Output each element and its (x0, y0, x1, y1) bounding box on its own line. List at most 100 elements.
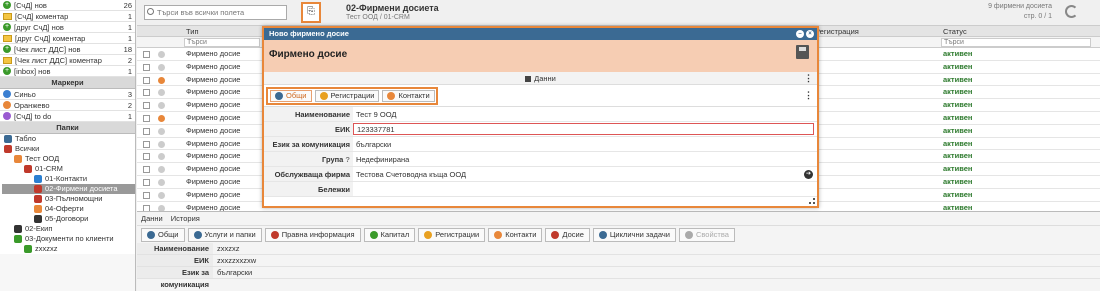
more-options-icon[interactable]: ⋮ (804, 72, 813, 85)
row-checkbox[interactable] (143, 127, 150, 135)
tab-history[interactable]: История (171, 212, 200, 225)
folder-item[interactable]: 01-Контакти (2, 174, 135, 184)
marker-dot-icon (158, 178, 165, 186)
dialog-tabs: Общи Регистрации Контакти ⋮ (264, 85, 817, 107)
folder-item[interactable]: 04-Оферти (2, 204, 135, 214)
folder-item[interactable]: Табло (2, 134, 135, 144)
row-checkbox[interactable] (143, 89, 150, 97)
row-checkbox[interactable] (143, 114, 150, 122)
detail-button[interactable]: Регистрации (418, 228, 486, 242)
detail-button-label: Услуги и папки (204, 230, 256, 239)
form-field-input[interactable]: български (353, 137, 817, 151)
marker-dot-icon (158, 63, 165, 71)
form-field-input[interactable]: Тест 9 ООД (353, 107, 817, 121)
arrow-right-icon[interactable]: ➔ (804, 170, 813, 179)
grid-icon (525, 76, 532, 82)
inbox-item[interactable]: + [друг СчД] нов 1 (0, 22, 135, 33)
folder-item[interactable]: 02-Фирмени досиета (2, 184, 135, 194)
folder-item[interactable]: 02-Екип (2, 224, 135, 234)
detail-button-label: Общи (158, 230, 179, 239)
folder-icon (34, 205, 42, 213)
row-checkbox[interactable] (143, 140, 150, 148)
folder-item[interactable]: Всички (2, 144, 135, 154)
row-type: Фирмено досие (186, 61, 241, 71)
row-checkbox[interactable] (143, 51, 150, 58)
row-checkbox[interactable] (143, 102, 150, 110)
filter-type-input[interactable]: Търси (184, 38, 260, 47)
save-icon[interactable] (796, 45, 809, 59)
row-checkbox[interactable] (143, 191, 150, 199)
dialog-tab[interactable]: Регистрации (314, 90, 380, 102)
row-checkbox[interactable] (143, 153, 150, 161)
form-field-input[interactable]: Недефинирана (353, 152, 817, 166)
marker-count: 2 (127, 100, 132, 110)
minimize-icon[interactable]: – (796, 30, 804, 38)
resize-grip-icon[interactable] (809, 198, 815, 204)
folder-label: 05-Договори (45, 214, 89, 223)
row-type: Фирмено досие (186, 49, 241, 58)
inbox-item[interactable]: + [inbox] нов 1 (0, 66, 135, 77)
folder-icon (34, 195, 42, 203)
folder-item[interactable]: 03-Документи по клиенти (2, 234, 135, 244)
column-registration[interactable]: Регистрация (815, 26, 859, 37)
inbox-item[interactable]: + [Чек лист ДДС] нов 18 (0, 44, 135, 55)
inbox-item-count: 1 (127, 66, 132, 76)
dialog-tab[interactable]: Общи (270, 90, 312, 102)
dialog-heading: Фирмено досие (269, 49, 348, 60)
row-checkbox[interactable] (143, 76, 150, 84)
folder-item[interactable]: Тест ООД (2, 154, 135, 164)
inbox-item[interactable]: [Чек лист ДДС] коментар 2 (0, 55, 135, 66)
row-checkbox[interactable] (143, 166, 150, 174)
detail-button[interactable]: Капитал (363, 228, 416, 242)
folder-item[interactable]: zxxzxz (2, 244, 135, 254)
folder-item[interactable]: 05-Договори (2, 214, 135, 224)
new-record-button[interactable]: ⎘ (301, 2, 321, 23)
detail-button[interactable]: Правна информация (264, 228, 361, 242)
row-checkbox[interactable] (143, 63, 150, 71)
marker-item[interactable]: Оранжево 2 (0, 100, 135, 111)
inbox-item-count: 1 (127, 11, 132, 21)
folder-label: zxxzxz (35, 244, 58, 253)
new-company-dialog: Ново фирмено досие – × Фирмено досие Дан… (262, 26, 819, 208)
marker-dot-icon (158, 114, 165, 122)
form-field-value: 123337781 (357, 125, 395, 134)
dialog-tab[interactable]: Контакти (382, 90, 435, 102)
form-field-input[interactable]: 123337781 (353, 123, 814, 135)
row-type: Фирмено досие (186, 176, 241, 186)
marker-item[interactable]: Синьо 3 (0, 89, 135, 100)
inbox-item[interactable]: + [СчД] нов 26 (0, 0, 135, 11)
folder-item[interactable]: 03-Пълномощни (2, 194, 135, 204)
detail-button[interactable]: Свойства (678, 228, 735, 242)
inbox-item[interactable]: [СчД] коментар 1 (0, 11, 135, 22)
row-checkbox[interactable] (143, 178, 150, 186)
tab-data[interactable]: Данни (141, 212, 163, 225)
folder-item[interactable]: 01-CRM (2, 164, 135, 174)
close-icon[interactable]: × (806, 30, 814, 38)
dialog-form: Наименование Тест 9 ООД ЕИК 123337781 Език з… (264, 107, 817, 197)
column-status[interactable]: Статус (943, 26, 967, 37)
filter-status-input[interactable]: Търси (941, 38, 1091, 47)
form-row: Бележки (264, 182, 817, 197)
folders-header: Папки (0, 122, 135, 134)
tab-icon (275, 92, 283, 100)
detail-button[interactable]: Контакти (488, 228, 543, 242)
help-icon[interactable]: ? (343, 155, 350, 164)
form-label-text: Наименование (294, 110, 350, 119)
folder-label: 01-Контакти (45, 174, 88, 183)
detail-button[interactable]: Услуги и папки (187, 228, 262, 242)
markers-list: Синьо 3 Оранжево 2 [СчД] to do 1 (0, 89, 135, 122)
refresh-icon[interactable] (1065, 5, 1078, 18)
detail-button[interactable]: Досие (545, 228, 590, 242)
search-input[interactable]: Търси във всички полета (144, 5, 287, 20)
detail-button[interactable]: Общи (141, 228, 185, 242)
detail-button[interactable]: Циклични задачи (592, 228, 676, 242)
dialog-titlebar: Ново фирмено досие – × (264, 28, 817, 40)
inbox-item[interactable]: [друг СчД] коментар 1 (0, 33, 135, 44)
form-field-input[interactable] (353, 182, 817, 196)
column-type[interactable]: Тип (186, 26, 199, 37)
tabs-more-icon[interactable]: ⋮ (804, 90, 813, 101)
form-field-input[interactable]: Тестова Счетоводна къща ООД ➔ (353, 167, 817, 181)
marker-item[interactable]: [СчД] to do 1 (0, 111, 135, 122)
detail-button-label: Правна информация (281, 230, 355, 239)
inbox-item-label: [друг СчД] коментар (15, 33, 86, 43)
